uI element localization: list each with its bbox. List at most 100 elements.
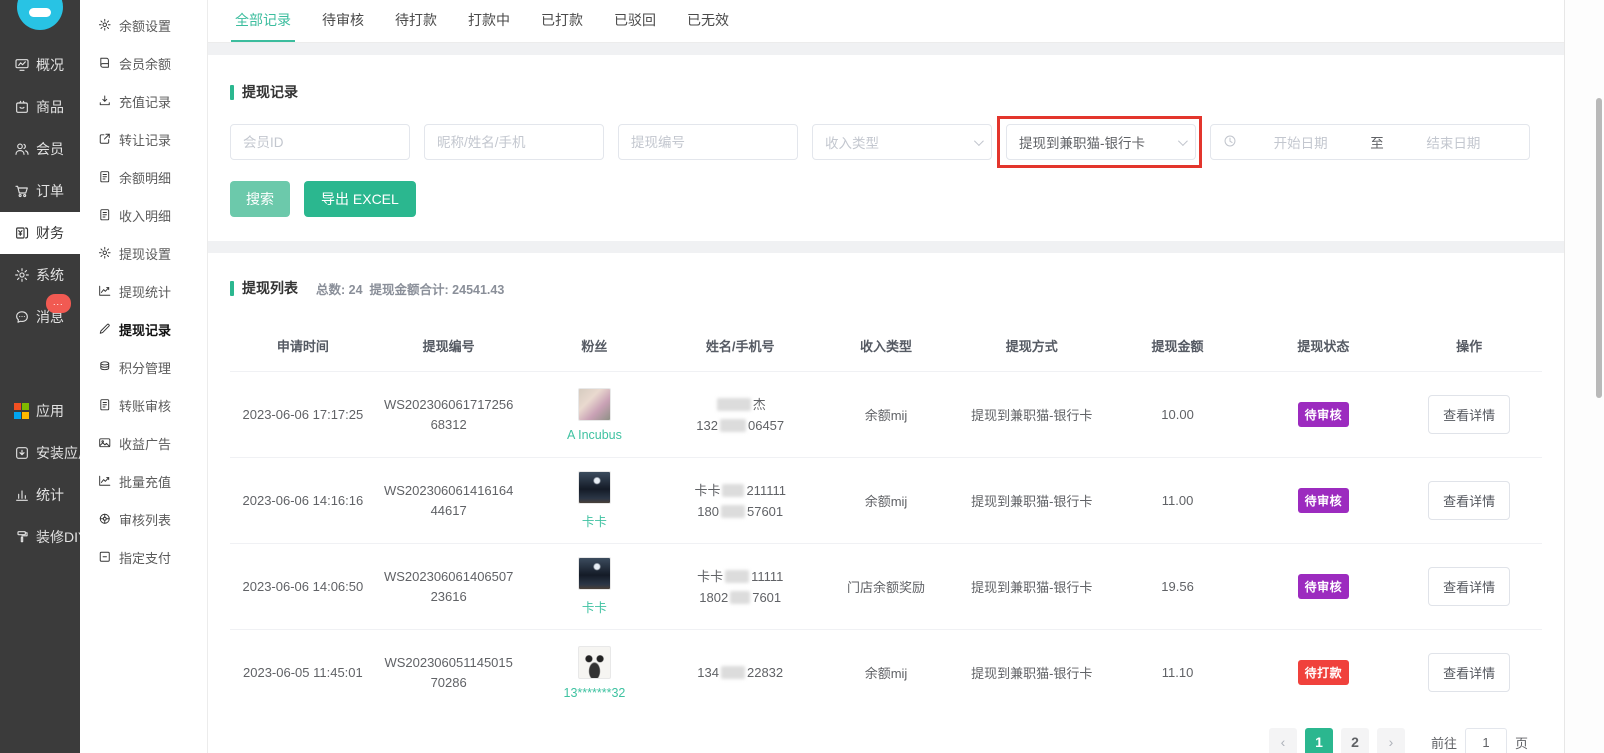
name-phone: 杰13206457 <box>667 394 813 436</box>
sidebar-item-overview[interactable]: 概况 <box>0 44 80 86</box>
select-value: 提现到兼职猫-银行卡 <box>1019 132 1145 152</box>
download-icon <box>97 94 112 109</box>
name-phone: 卡卡21111118057601 <box>667 480 813 522</box>
withdraw-method: 提现到兼职猫-银行卡 <box>959 491 1105 510</box>
tab-to-pay[interactable]: 待打款 <box>395 0 437 43</box>
menu-item-label: 提现统计 <box>119 282 171 301</box>
menu-item-withdraw-settings[interactable]: 提现设置 <box>80 234 207 272</box>
page-button-2[interactable]: 2 <box>1341 728 1369 753</box>
tab-paying[interactable]: 打款中 <box>468 0 510 43</box>
next-page-button[interactable]: › <box>1377 728 1405 753</box>
member-id-input[interactable] <box>230 124 410 160</box>
pencil-icon <box>97 322 112 337</box>
sidebar-item-install-apps[interactable]: 安装应用 <box>0 432 80 474</box>
tab-pending[interactable]: 待审核 <box>322 0 364 43</box>
filter-row: 收入类型 提现到兼职猫-银行卡 开始日期至结束日期 <box>230 124 1542 160</box>
menu-item-transfer-audit[interactable]: 转账审核 <box>80 386 207 424</box>
income-type: 门店余额奖励 <box>813 577 959 596</box>
sidebar-item-diy[interactable]: 装修DIY <box>0 516 80 558</box>
menu-item-points-manage[interactable]: 积分管理 <box>80 348 207 386</box>
main-area: 全部记录待审核待打款打款中已打款已驳回已无效 提现记录 收入类型提现到兼职猫-银… <box>208 0 1564 753</box>
status-badge: 待审核 <box>1298 488 1350 513</box>
view-details-button[interactable]: 查看详情 <box>1428 567 1510 606</box>
sidebar-item-system[interactable]: 系统 <box>0 254 80 296</box>
menu-item-member-balance[interactable]: 会员余额 <box>80 44 207 82</box>
tab-rejected[interactable]: 已驳回 <box>614 0 656 43</box>
scrollbar-thumb[interactable] <box>1596 98 1602 398</box>
orders-cart-icon <box>13 183 30 200</box>
table-row: 2023-06-05 11:45:01WS2023060511450157028… <box>230 629 1542 715</box>
column-header: 操作 <box>1396 336 1542 355</box>
blurred-text <box>721 505 745 518</box>
blurred-text <box>721 666 745 679</box>
blurred-text <box>725 570 749 583</box>
start-date-placeholder: 开始日期 <box>1237 132 1364 152</box>
menu-item-income-ads[interactable]: 收益广告 <box>80 424 207 462</box>
menu-item-recharge-records[interactable]: 充值记录 <box>80 82 207 120</box>
menu-item-withdraw-stats[interactable]: 提现统计 <box>80 272 207 310</box>
avatar <box>578 471 611 504</box>
sidebar-item-orders[interactable]: 订单 <box>0 170 80 212</box>
export-excel-button[interactable]: 导出 EXCEL <box>304 181 416 217</box>
menu-item-balance-settings[interactable]: 余额设置 <box>80 6 207 44</box>
menu-item-audit-list[interactable]: 审核列表 <box>80 500 207 538</box>
column-header: 粉丝 <box>522 336 668 355</box>
fan-name-link[interactable]: 卡卡 <box>528 511 662 530</box>
sidebar-item-finance[interactable]: 财务 <box>0 212 80 254</box>
name-phone: 卡卡1111118027601 <box>667 566 813 608</box>
goto-page-input[interactable] <box>1465 728 1507 753</box>
sidebar-item-label: 系统 <box>36 265 64 285</box>
sidebar-item-goods[interactable]: 商品 <box>0 86 80 128</box>
withdraw-method-select[interactable]: 提现到兼职猫-银行卡 <box>1006 124 1196 160</box>
tab-all[interactable]: 全部记录 <box>235 0 291 43</box>
withdraw-method: 提现到兼职猫-银行卡 <box>959 663 1105 682</box>
fan-name-link[interactable]: A Incubus <box>528 428 662 442</box>
view-details-button[interactable]: 查看详情 <box>1428 481 1510 520</box>
menu-item-assigned-pay[interactable]: 指定支付 <box>80 538 207 576</box>
menu-item-label: 提现记录 <box>119 320 171 339</box>
page-unit-label: 页 <box>1515 733 1528 752</box>
search-button[interactable]: 搜索 <box>230 181 290 217</box>
tab-invalid[interactable]: 已无效 <box>687 0 729 43</box>
sidebar-item-label: 装修DIY <box>36 527 80 547</box>
nickname-input[interactable] <box>424 124 604 160</box>
column-header: 提现方式 <box>959 336 1105 355</box>
apply-time: 2023-06-06 14:06:50 <box>230 579 376 594</box>
tab-paid[interactable]: 已打款 <box>541 0 583 43</box>
withdraw-no-input[interactable] <box>618 124 798 160</box>
withdraw-order-no: WS20230606140650723616 <box>376 567 522 607</box>
date-range-picker[interactable]: 开始日期至结束日期 <box>1210 124 1530 160</box>
view-details-button[interactable]: 查看详情 <box>1428 395 1510 434</box>
filter-section-title: 提现记录 <box>230 82 1542 102</box>
menu-item-balance-details[interactable]: 余额明细 <box>80 158 207 196</box>
menu-item-batch-recharge[interactable]: 批量充值 <box>80 462 207 500</box>
menu-item-transfer-records[interactable]: 转让记录 <box>80 120 207 158</box>
status-cell: 待审核 <box>1250 488 1396 513</box>
page-button-1[interactable]: 1 <box>1305 728 1333 753</box>
members-icon <box>13 141 30 158</box>
menu-item-income-details[interactable]: 收入明细 <box>80 196 207 234</box>
tab-bar: 全部记录待审核待打款打款中已打款已驳回已无效 <box>208 0 1564 43</box>
withdraw-method: 提现到兼职猫-银行卡 <box>959 577 1105 596</box>
withdraw-amount: 10.00 <box>1105 407 1251 422</box>
sidebar-item-messages[interactable]: 消息... <box>0 296 80 338</box>
sidebar-item-label: 安装应用 <box>36 443 80 463</box>
sidebar-item-stats[interactable]: 统计 <box>0 474 80 516</box>
sidebar-item-apps[interactable]: 应用 <box>0 390 80 432</box>
table-header: 申请时间提现编号粉丝姓名/手机号收入类型提现方式提现金额提现状态操作 <box>230 322 1542 371</box>
fan-name-link[interactable]: 13*******32 <box>528 686 662 700</box>
line-chart-icon <box>97 474 112 489</box>
withdraw-order-no: WS20230606171725668312 <box>376 395 522 435</box>
sidebar-item-members[interactable]: 会员 <box>0 128 80 170</box>
primary-sidebar: 概况商品会员订单财务系统消息... 应用安装应用统计装修DIY <box>0 0 80 753</box>
prev-page-button[interactable]: ‹ <box>1269 728 1297 753</box>
list-section-title: 提现列表 总数: 24 提现金额合计: 24541.43 <box>230 278 1542 298</box>
fan-name-link[interactable]: 卡卡 <box>528 597 662 616</box>
column-header: 提现金额 <box>1105 336 1251 355</box>
annotation-highlight-box: 提现到兼职猫-银行卡 <box>1006 124 1196 160</box>
app-logo[interactable] <box>17 0 63 30</box>
view-details-button[interactable]: 查看详情 <box>1428 653 1510 692</box>
finance-wallet-icon <box>13 225 30 242</box>
income-type-select[interactable]: 收入类型 <box>812 124 992 160</box>
menu-item-withdraw-records[interactable]: 提现记录 <box>80 310 207 348</box>
